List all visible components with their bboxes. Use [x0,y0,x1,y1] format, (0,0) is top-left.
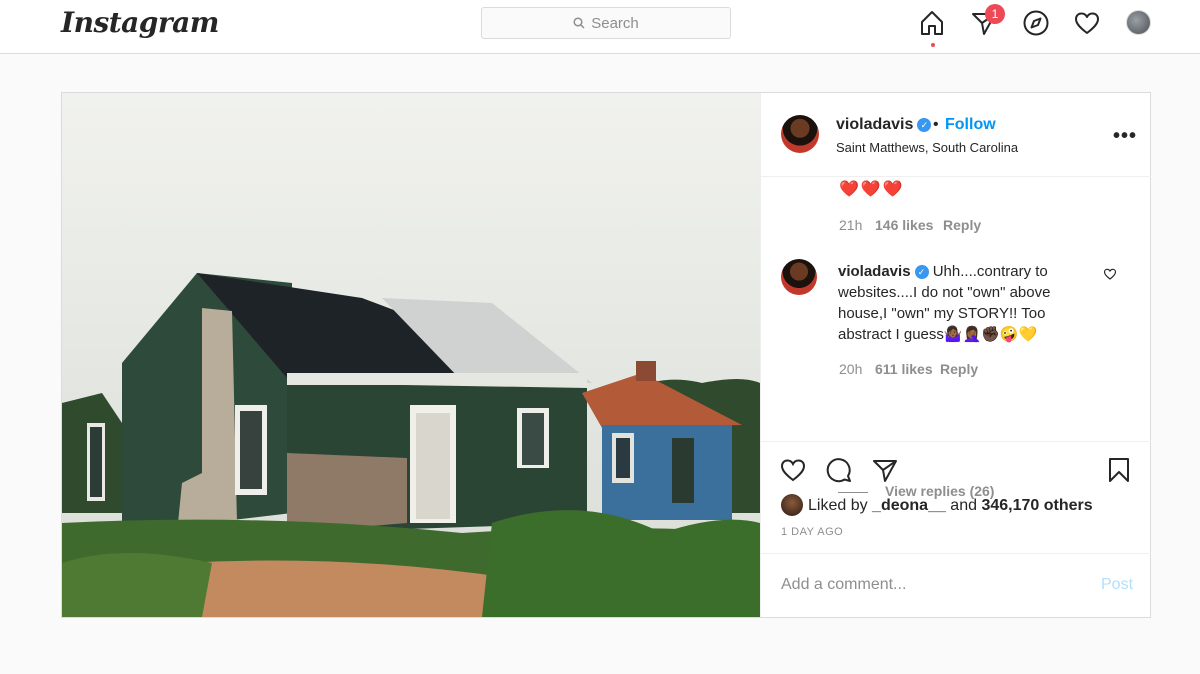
comment-2-reply-button[interactable]: Reply [940,361,978,377]
author-username[interactable]: violadavis ✓ [836,116,932,134]
add-comment-bar: Post [761,553,1151,617]
search-input[interactable]: Search [481,7,731,39]
comment-icon[interactable] [825,456,855,486]
comment-1-reply-button[interactable]: Reply [943,217,981,233]
more-icon[interactable]: ••• [1113,125,1137,148]
post-header: violadavis ✓ • Follow Saint Matthews, Sou… [761,93,1151,177]
header-dot: • [933,116,939,133]
liked-by-others[interactable]: 346,170 others [981,497,1092,514]
post-sidebar: violadavis ✓ • Follow Saint Matthews, Sou… [760,93,1151,617]
post-location[interactable]: Saint Matthews, South Carolina [836,140,1018,155]
comment-2-avatar[interactable] [781,259,817,295]
post-comment-button[interactable]: Post [1101,576,1133,594]
save-icon[interactable] [1105,456,1135,486]
comment-1-likes[interactable]: 146 likes [875,217,933,233]
comment-1-text: ❤️❤️❤️ [839,181,905,198]
comment-2-likes[interactable]: 611 likes [875,361,933,377]
explore-icon[interactable] [1022,9,1052,39]
comment-like-icon[interactable] [1103,267,1117,281]
verified-icon: ✓ [917,118,932,132]
top-nav: Instagram Search 1 [0,0,1200,54]
home-active-dot [931,43,935,47]
follow-button[interactable]: Follow [945,116,996,134]
heart-icon[interactable] [1073,9,1103,39]
comment-1-time[interactable]: 21h [839,217,862,233]
comments-list: ❤️❤️❤️ 21h 146 likes Reply violadavis ✓ U… [761,177,1151,499]
home-icon[interactable] [918,9,948,39]
liker-avatar[interactable] [781,494,803,516]
verified-icon: ✓ [914,265,929,279]
author-avatar[interactable] [781,115,819,153]
liked-by: Liked by _deona__ and 346,170 others [808,497,1093,514]
search-icon [573,17,585,29]
comment-input[interactable] [781,576,1081,594]
post-time[interactable]: 1 DAY AGO [781,526,843,538]
comment-2-time[interactable]: 20h [839,361,862,377]
liked-by-user[interactable]: _deona__ [872,497,946,514]
share-icon[interactable] [871,456,901,486]
instagram-logo[interactable]: Instagram [61,6,219,39]
post-photo[interactable] [62,93,760,617]
comment-2-username[interactable]: violadavis [838,263,911,280]
post-actions: Liked by _deona__ and 346,170 others 1 D… [761,441,1151,553]
comment-2-body: violadavis ✓ Uhh....contrary to websites.… [838,261,1098,345]
profile-avatar[interactable] [1126,10,1151,35]
activity-badge: 1 [985,4,1005,24]
search-placeholder: Search [591,14,639,32]
post-card: violadavis ✓ • Follow Saint Matthews, Sou… [61,92,1151,618]
like-icon[interactable] [779,456,809,486]
